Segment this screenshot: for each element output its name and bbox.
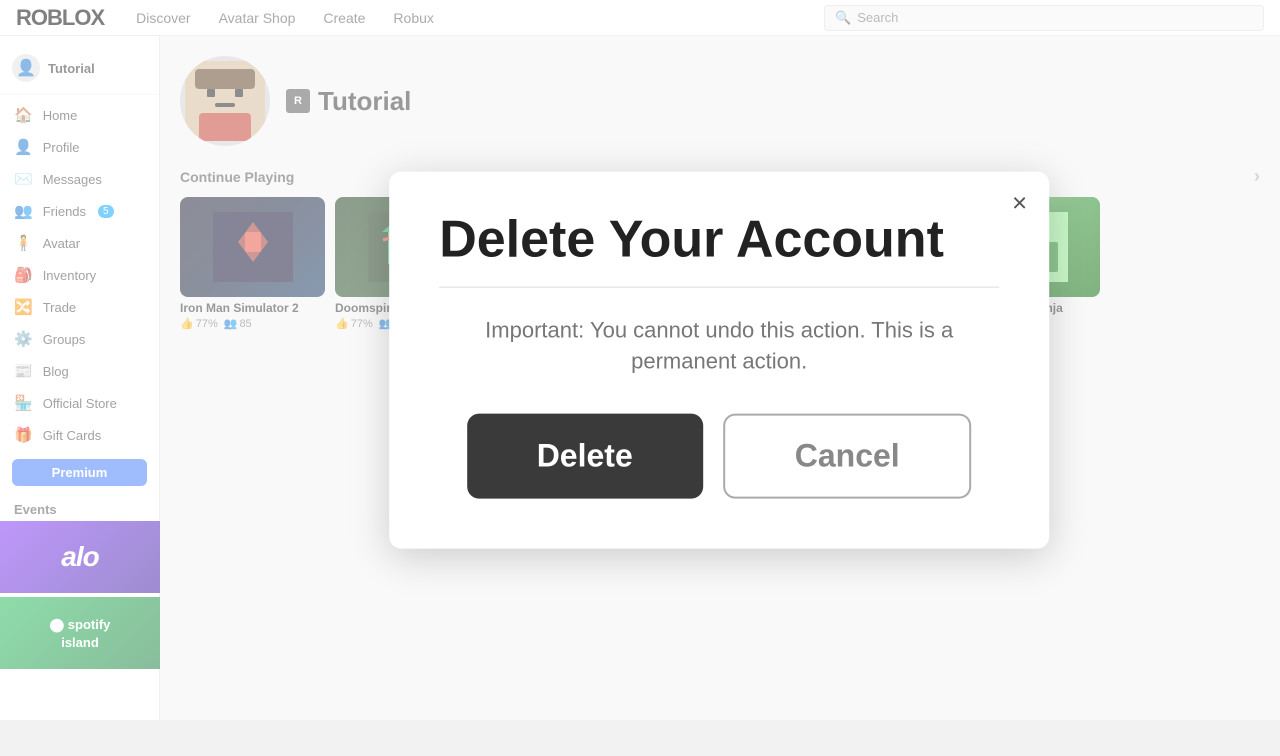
delete-confirm-button[interactable]: Delete — [467, 413, 703, 498]
modal-title: Delete Your Account — [439, 212, 999, 269]
modal-buttons: Delete Cancel — [439, 413, 999, 498]
modal-close-button[interactable]: × — [1012, 190, 1027, 216]
modal-body: Important: You cannot undo this action. … — [439, 316, 999, 378]
delete-account-modal: × Delete Your Account Important: You can… — [389, 172, 1049, 549]
cancel-button[interactable]: Cancel — [723, 413, 972, 498]
modal-divider — [439, 287, 999, 288]
